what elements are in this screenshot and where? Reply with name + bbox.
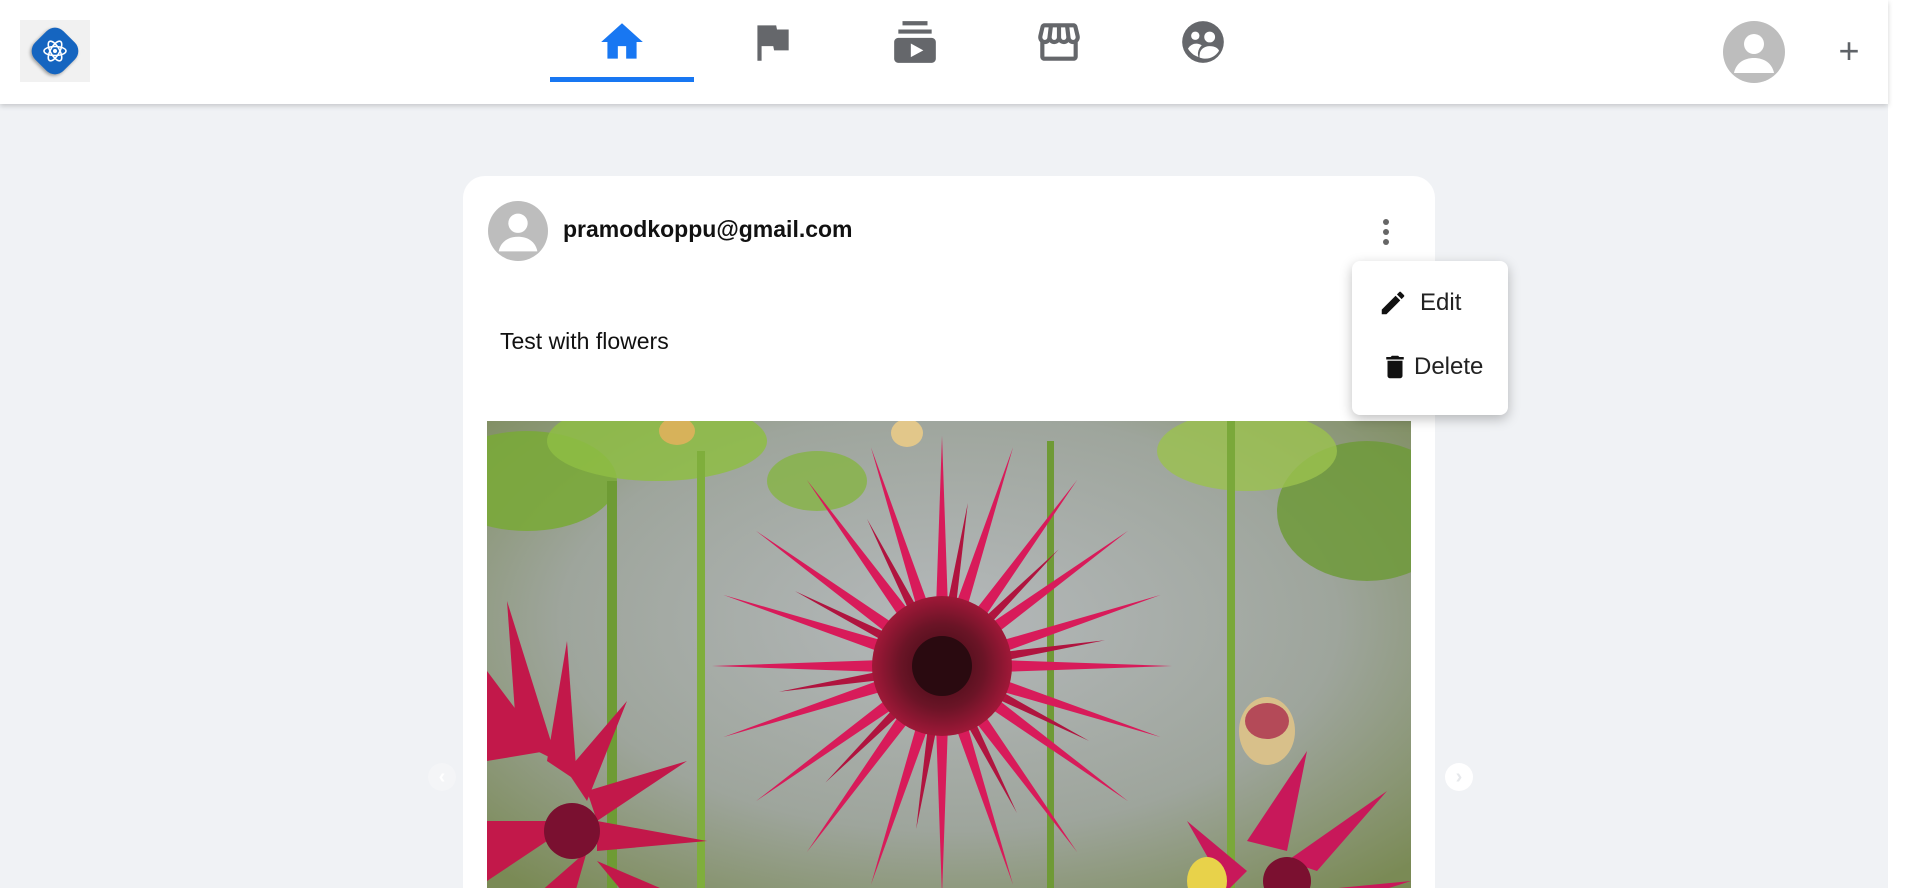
chevron-left-icon: ‹ <box>438 765 446 788</box>
more-vert-icon-dot <box>1383 219 1389 225</box>
page: + pramodkoppu@gmail.com Test with flower… <box>0 0 1910 888</box>
carousel-next-button[interactable]: › <box>1445 763 1473 791</box>
groups-icon <box>1182 21 1224 63</box>
menu-item-label: Edit <box>1420 289 1462 316</box>
post-options-menu: Edit Delete <box>1352 261 1508 415</box>
create-button[interactable]: + <box>1828 30 1870 72</box>
app-logo[interactable] <box>20 20 90 82</box>
carousel-prev-button[interactable]: ‹ <box>428 763 456 791</box>
post-options-button[interactable] <box>1371 214 1401 250</box>
tab-pages[interactable] <box>700 0 844 84</box>
home-icon <box>601 23 643 59</box>
post-card: pramodkoppu@gmail.com Test with flowers <box>463 176 1435 888</box>
atom-icon <box>26 22 84 80</box>
profile-avatar[interactable] <box>1723 21 1785 83</box>
more-vert-icon-dot <box>1383 229 1389 235</box>
menu-item-edit[interactable]: Edit <box>1378 283 1461 323</box>
menu-item-label: Delete <box>1414 353 1484 380</box>
more-vert-icon-dot <box>1383 239 1389 245</box>
storefront-icon <box>1038 23 1080 61</box>
tab-home[interactable] <box>550 0 694 84</box>
window-edge <box>1888 0 1910 888</box>
active-tab-indicator <box>550 77 694 82</box>
flower-photo <box>487 421 1411 888</box>
person-icon <box>1734 34 1774 73</box>
plus-icon: + <box>1838 30 1860 71</box>
chevron-right-icon: › <box>1455 765 1463 788</box>
pencil-icon <box>1381 291 1405 315</box>
tab-marketplace[interactable] <box>987 0 1131 84</box>
tab-groups[interactable] <box>1131 0 1275 84</box>
menu-item-delete[interactable]: Delete <box>1380 347 1483 387</box>
person-icon <box>498 213 538 252</box>
post-author-avatar[interactable] <box>488 201 548 261</box>
trash-icon <box>1386 355 1404 379</box>
post-author-name[interactable]: pramodkoppu@gmail.com <box>563 216 853 243</box>
tab-watch[interactable] <box>843 0 987 84</box>
post-image[interactable] <box>487 421 1411 888</box>
top-navigation-bar: + <box>0 0 1888 104</box>
flag-icon <box>757 25 789 61</box>
video-stack-icon <box>894 21 936 63</box>
post-text: Test with flowers <box>500 328 669 354</box>
